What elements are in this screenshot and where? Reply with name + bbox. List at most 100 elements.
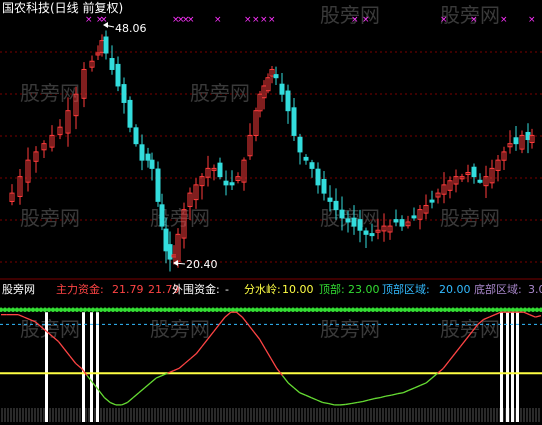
top-dot (314, 307, 320, 312)
candle-body (513, 137, 519, 145)
top-dot (490, 307, 496, 312)
watermark-text: 股旁网 (20, 317, 80, 341)
top-dot (398, 307, 404, 312)
top-dot (318, 307, 324, 312)
watermark-text: 股旁网 (320, 206, 380, 230)
top-dot (438, 307, 444, 312)
candle-body (339, 209, 345, 219)
candle-body (145, 153, 151, 161)
top-dot (18, 307, 24, 312)
top-dot (82, 307, 88, 312)
main-funds-segment (144, 382, 151, 389)
candle-body (127, 99, 133, 128)
top-dot (298, 307, 304, 312)
top-dot (478, 307, 484, 312)
watermark-text: 股旁网 (150, 317, 210, 341)
top-dot (138, 307, 144, 312)
candle-body (167, 244, 173, 260)
top-dot (354, 307, 360, 312)
top-dot (450, 307, 456, 312)
top-dot (14, 307, 20, 312)
indicator-name: 股旁网 (2, 282, 35, 296)
main-funds-segment (448, 353, 456, 362)
top-dot (42, 307, 48, 312)
top-dot (178, 307, 184, 312)
top-dot (62, 307, 68, 312)
top-dot (306, 307, 312, 312)
top-dot (146, 307, 152, 312)
top-dot (294, 307, 300, 312)
main-funds-segment (149, 377, 157, 384)
candle-body (273, 74, 279, 79)
top-dot (186, 307, 192, 312)
main-funds-segment (103, 397, 111, 403)
signal-marker: × (214, 15, 222, 25)
outer-funds-value: - (225, 283, 229, 296)
chart-canvas[interactable]: 股旁网 股旁网股旁网 股旁网股旁网 股旁网 股旁网 股旁网股旁网 股旁网 股旁网 股旁网 × ××… (0, 0, 542, 425)
watermark-text: 股旁网 (320, 317, 380, 341)
chart-title: 国农科技(日线 前复权) (2, 0, 123, 15)
main-funds-segment (57, 341, 65, 350)
candle-body (525, 131, 531, 141)
candle-body (121, 84, 127, 103)
signal-marker: × (440, 15, 448, 25)
top-dot (6, 307, 12, 312)
candle-body (399, 219, 405, 227)
main-funds-segment (218, 316, 226, 325)
top-dot (2, 307, 8, 312)
top-dot (190, 307, 196, 312)
top-dot (458, 307, 464, 312)
main-funds-segment (494, 311, 502, 316)
main-funds-segment (155, 375, 163, 379)
top-dot (70, 307, 76, 312)
signal-marker: × (362, 15, 370, 25)
top-dot (494, 307, 500, 312)
top-dot (394, 307, 400, 312)
watermark-text: 股旁网 (20, 81, 80, 105)
top-dot (162, 307, 168, 312)
main-funds-segment (397, 392, 404, 395)
candle-body (357, 219, 363, 231)
top-dot (202, 307, 208, 312)
watermark-text: 股旁网 (150, 206, 210, 230)
candle-body (163, 228, 169, 252)
signal-marker: × (528, 15, 536, 25)
watermark-text: 股旁网 (440, 317, 500, 341)
candle-body (103, 36, 109, 54)
candle-body (369, 233, 375, 237)
top-dot (442, 307, 448, 312)
top-dot (258, 307, 264, 312)
main-funds-segment (258, 338, 266, 350)
bottom-zone-label: 底部区域: (474, 282, 522, 296)
top-dot (90, 307, 96, 312)
candle-body (411, 215, 417, 219)
signal-bar (96, 312, 99, 422)
top-dot (226, 307, 232, 312)
main-funds-segment (425, 377, 433, 384)
signal-bar (82, 312, 85, 422)
top-dot (322, 307, 328, 312)
main-funds-label: 主力资金: (56, 282, 104, 296)
top-zone-label: 顶部区域: (382, 282, 430, 296)
main-funds-segment (408, 387, 415, 391)
main-funds-segment (391, 393, 398, 396)
candlestick-series[interactable] (9, 30, 535, 272)
main-funds-segment (276, 367, 284, 377)
top-dot (0, 307, 4, 312)
top-dot (46, 307, 52, 312)
top-dot (254, 307, 260, 312)
main-funds-segment (402, 389, 410, 394)
candle-body (279, 83, 285, 95)
top-dot (534, 307, 540, 312)
top-dot (114, 307, 120, 312)
candle-body (315, 168, 321, 186)
signal-marker: × (85, 15, 93, 25)
candle-body (109, 58, 115, 70)
top-dot (386, 307, 392, 312)
top-dot (466, 307, 472, 312)
top-dot (418, 307, 424, 312)
candle-body (345, 218, 351, 223)
main-funds-value: 21.79 (112, 283, 144, 296)
signal-marker: × (470, 15, 478, 25)
top-dot (230, 307, 236, 312)
